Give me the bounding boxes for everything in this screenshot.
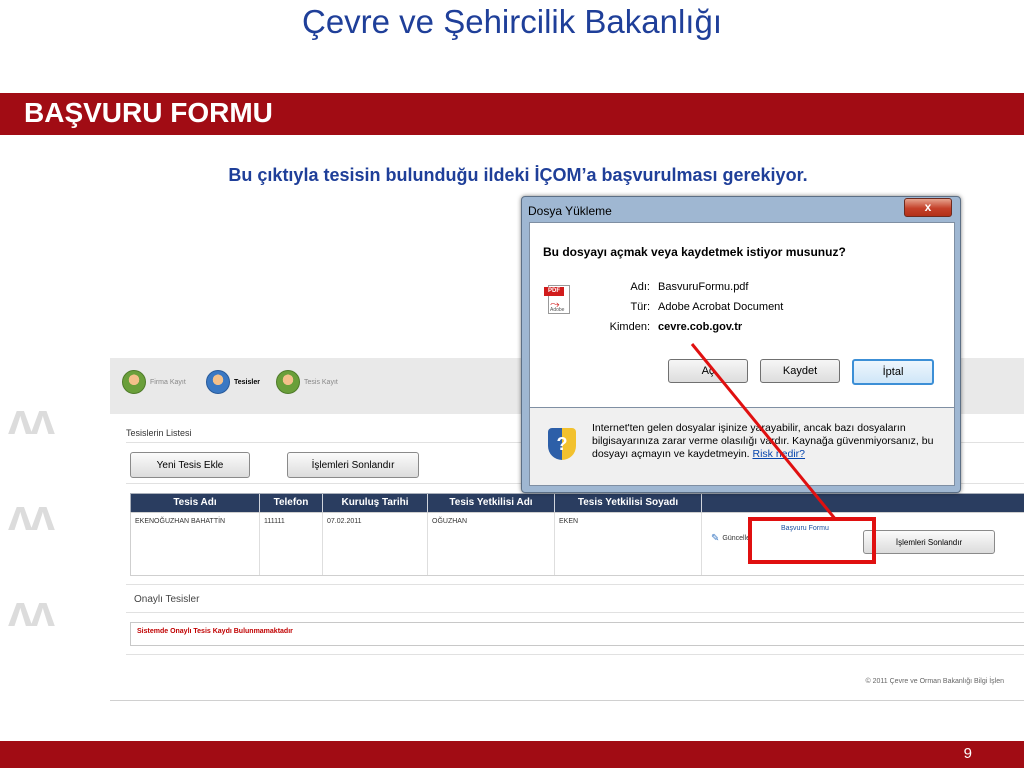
cell-facility-name: EKENOĞUZHAN BAHATTİN (131, 513, 260, 575)
cell-contact-name: OĞUZHAN (428, 513, 555, 575)
slide-title: Çevre ve Şehircilik Bakanlığı (301, 3, 722, 40)
approved-facilities-title: Onaylı Tesisler (134, 594, 200, 605)
field-label: Adı: (630, 281, 650, 293)
decorative-chevron-icon: ʌʌ (8, 587, 55, 636)
section-title: BAŞVURU FORMU (24, 97, 273, 128)
empty-state-message: Sistemde Onaylı Tesis Kaydı Bulunmamakta… (137, 628, 293, 635)
approved-facilities-box: Sistemde Onaylı Tesis Kaydı Bulunmamakta… (130, 622, 1024, 646)
complete-operations-row-button[interactable]: İşlemleri Sonlandır (863, 530, 995, 554)
nav-label: Firma Kayıt (150, 378, 186, 386)
cell-founding-date: 07.02.2011 (323, 513, 428, 575)
page-number: 9 (963, 745, 972, 762)
open-button[interactable]: Aç (668, 359, 748, 383)
column-header: Tesis Yetkilisi Soyadı (555, 494, 702, 512)
dialog-warning-area: ? Internet'ten gelen dosyalar işinize ya… (529, 407, 955, 486)
user-icon (206, 370, 230, 394)
section-bar: BAŞVURU FORMU (0, 93, 1024, 135)
instruction-text: Bu çıktıyla tesisin bulunduğu ildeki İÇO… (228, 165, 808, 185)
field-label: Tür: (630, 301, 650, 313)
footer-copyright: © 2011 Çevre ve Orman Bakanlığı Bilgi İş… (865, 678, 1004, 685)
decorative-chevron-icon: ʌʌ (8, 491, 55, 540)
save-button[interactable]: Kaydet (760, 359, 840, 383)
file-source-value: cevre.cob.gov.tr (658, 321, 743, 333)
update-link[interactable]: ✎ Güncelle (711, 525, 777, 551)
cell-contact-surname: EKEN (555, 513, 702, 575)
nav-tesis-kayit[interactable]: Tesis Kayıt (276, 368, 338, 396)
risk-link[interactable]: Risk nedir? (753, 448, 806, 460)
divider (110, 700, 1024, 701)
file-name-value: BasvuruFormu.pdf (658, 281, 749, 293)
nav-firma-kayit[interactable]: Firma Kayıt (122, 368, 186, 396)
divider (126, 654, 1024, 655)
nav-label: Tesisler (234, 378, 260, 386)
dialog-question: Bu dosyayı açmak veya kaydetmek istiyor … (543, 245, 846, 259)
pencil-icon: ✎ (711, 532, 720, 544)
complete-operations-button[interactable]: İşlemleri Sonlandır (287, 452, 419, 478)
footer-bar: 9 (0, 741, 1024, 768)
warning-text: Internet'ten gelen dosyalar işinize yara… (592, 422, 934, 460)
application-form-link[interactable]: Başvuru Formu (781, 525, 829, 532)
add-facility-button[interactable]: Yeni Tesis Ekle (130, 452, 250, 478)
list-title: Tesislerin Listesi (126, 428, 192, 438)
nav-label: Tesis Kayıt (304, 378, 338, 386)
divider (126, 584, 1024, 585)
table-header: Tesis Adı Telefon Kuruluş Tarihi Tesis Y… (130, 493, 1024, 513)
divider (126, 612, 1024, 613)
column-header: Tesis Yetkilisi Adı (428, 494, 555, 512)
user-icon (276, 370, 300, 394)
update-label: Güncelle (722, 534, 751, 542)
nav-tesisler[interactable]: Tesisler (206, 368, 260, 396)
column-header: Kuruluş Tarihi (323, 494, 428, 512)
field-label: Kimden: (609, 321, 650, 333)
file-type-value: Adobe Acrobat Document (658, 301, 784, 313)
column-header: Tesis Adı (131, 494, 260, 512)
cancel-button[interactable]: İptal (852, 359, 934, 385)
table-row: EKENOĞUZHAN BAHATTİN 111111 07.02.2011 O… (130, 512, 1024, 576)
dialog-body: Bu dosyayı açmak veya kaydetmek istiyor … (529, 222, 955, 408)
shield-icon: ? (548, 428, 576, 460)
close-button[interactable]: x (904, 198, 952, 217)
file-download-dialog: Dosya Yükleme x Bu dosyayı açmak veya ka… (521, 196, 961, 493)
dialog-title: Dosya Yükleme (528, 204, 612, 218)
user-icon (122, 370, 146, 394)
column-header: Telefon (260, 494, 323, 512)
decorative-chevron-icon: ʌʌ (8, 395, 55, 444)
cell-phone: 111111 (260, 513, 323, 575)
